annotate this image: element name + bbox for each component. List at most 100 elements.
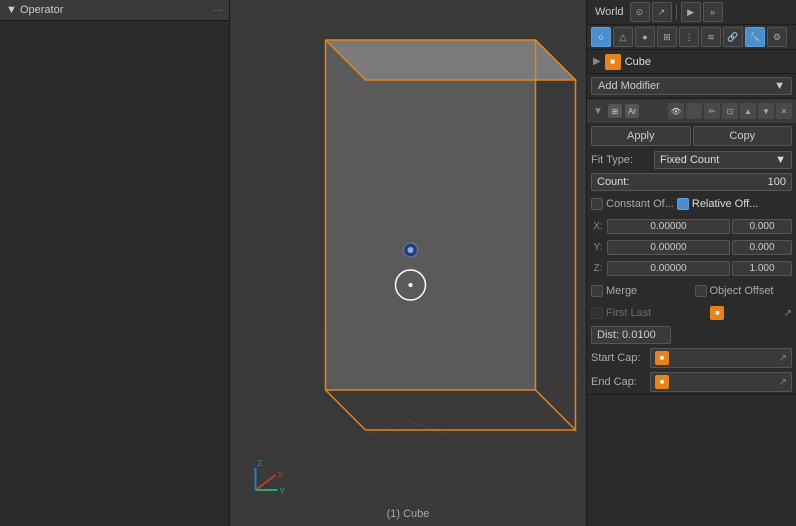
apply-copy-row: Apply Copy bbox=[587, 123, 796, 149]
add-modifier-row[interactable]: Add Modifier ▼ bbox=[587, 74, 796, 99]
z-left-input[interactable]: 0.00000 bbox=[607, 261, 730, 276]
object-offset-checkbox[interactable] bbox=[695, 285, 707, 297]
svg-text:Z: Z bbox=[258, 459, 263, 468]
dist-row: Dist: 0.0100 bbox=[587, 324, 796, 346]
xyz-section: X: 0.00000 0.000 Y: 0.00000 0.000 bbox=[587, 215, 796, 280]
modifier-collapse-icon[interactable]: ▼ bbox=[591, 104, 605, 118]
end-cap-icon: ■ bbox=[655, 375, 669, 389]
end-cap-input[interactable]: ■ ↗ bbox=[650, 372, 792, 392]
start-cap-input[interactable]: ■ ↗ bbox=[650, 348, 792, 368]
svg-text:Y: Y bbox=[280, 487, 286, 496]
merge-object-offset-row: Merge Object Offset bbox=[587, 280, 796, 302]
first-last-row: First Last ■ ↗ bbox=[587, 302, 796, 324]
svg-text:X: X bbox=[278, 471, 284, 480]
copy-button[interactable]: Copy bbox=[693, 126, 793, 146]
modifier-realtime-icon[interactable]: 👁 bbox=[668, 103, 684, 119]
y-right-input[interactable]: 0.000 bbox=[732, 240, 792, 255]
x-left-value: 0.00000 bbox=[650, 221, 686, 232]
viewport-bottom-label: (1) Cube bbox=[387, 508, 430, 520]
divider-1 bbox=[676, 4, 677, 20]
properties-particles-icon[interactable]: ⋮ bbox=[679, 27, 699, 47]
fit-type-dropdown[interactable]: Fixed Count ▼ bbox=[654, 151, 792, 169]
fit-type-value: Fixed Count bbox=[660, 154, 719, 166]
end-cap-arrow-icon: ↗ bbox=[779, 377, 787, 388]
y-left-input[interactable]: 0.00000 bbox=[607, 240, 730, 255]
offset-checkboxes-row: Constant Of... ✓ Relative Off... bbox=[587, 193, 796, 215]
fit-type-label: Fit Type: bbox=[591, 154, 651, 166]
end-cap-row: End Cap: ■ ↗ bbox=[587, 370, 796, 394]
modifier-up-icon[interactable]: ▲ bbox=[740, 103, 756, 119]
end-cap-label: End Cap: bbox=[591, 376, 646, 388]
x-left-input[interactable]: 0.00000 bbox=[607, 219, 730, 234]
x-right-input[interactable]: 0.000 bbox=[732, 219, 792, 234]
constant-offset-label: Constant Of... bbox=[606, 198, 674, 210]
z-left-value: 0.00000 bbox=[650, 263, 686, 274]
y-axis-label: Y: bbox=[591, 242, 605, 253]
properties-material-icon[interactable]: ● bbox=[635, 27, 655, 47]
modifier-ar-icon: Ar bbox=[625, 104, 639, 118]
merge-checkbox[interactable] bbox=[591, 285, 603, 297]
modifier-cage-icon[interactable]: ⊡ bbox=[722, 103, 738, 119]
first-last-label: First Last bbox=[606, 307, 651, 319]
modifier-render-icon[interactable]: 🎥 bbox=[686, 103, 702, 119]
view-icon[interactable]: ⊙ bbox=[630, 2, 650, 22]
modifier-edit-icon[interactable]: ✏ bbox=[704, 103, 720, 119]
z-right-input[interactable]: 1.000 bbox=[732, 261, 792, 276]
relative-offset-label: Relative Off... bbox=[692, 198, 758, 210]
arrow-right-icon[interactable]: ▶ bbox=[681, 2, 701, 22]
merge-half: Merge bbox=[591, 285, 689, 297]
z-axis-label: Z: bbox=[591, 263, 605, 274]
left-panel: ▼ Operator ··· bbox=[0, 0, 230, 526]
properties-modifier-icon[interactable]: 🔧 bbox=[745, 27, 765, 47]
merge-label: Merge bbox=[606, 285, 637, 297]
object-offset-half: Object Offset bbox=[695, 285, 793, 297]
viewport[interactable]: X Y Z (1) Cube bbox=[230, 0, 586, 526]
z-right-value: 1.000 bbox=[749, 263, 774, 274]
y-right-value: 0.000 bbox=[749, 242, 774, 253]
cursor-icon[interactable]: ↗ bbox=[652, 2, 672, 22]
arrow-double-icon[interactable]: » bbox=[703, 2, 723, 22]
properties-physics-icon[interactable]: ≋ bbox=[701, 27, 721, 47]
first-last-arrow-icon: ↗ bbox=[784, 308, 792, 319]
first-last-checkbox[interactable] bbox=[591, 307, 603, 319]
modifier-down-icon[interactable]: ▼ bbox=[758, 103, 774, 119]
properties-data-icon[interactable]: ⚙ bbox=[767, 27, 787, 47]
count-row: Count: 100 bbox=[587, 171, 796, 193]
properties-object-icon[interactable]: ○ bbox=[591, 27, 611, 47]
breadcrumb-arrow: ▶ bbox=[593, 56, 601, 67]
properties-mesh-icon[interactable]: △ bbox=[613, 27, 633, 47]
constant-offset-checkbox[interactable] bbox=[591, 198, 603, 210]
object-name-row: ▶ ■ Cube bbox=[587, 50, 796, 74]
count-input[interactable]: Count: 100 bbox=[591, 173, 792, 191]
add-modifier-dropdown[interactable]: Add Modifier ▼ bbox=[591, 77, 792, 95]
first-last-object-icon: ■ bbox=[710, 306, 724, 320]
y-input-row: Y: 0.00000 0.000 bbox=[591, 237, 792, 257]
dist-input[interactable]: Dist: 0.0100 bbox=[591, 326, 671, 344]
start-cap-row: Start Cap: ■ ↗ bbox=[587, 346, 796, 370]
z-input-row: Z: 0.00000 1.000 bbox=[591, 258, 792, 278]
operator-dots: ··· bbox=[213, 5, 223, 16]
modifier-block: ▼ ⊞ Ar 👁 🎥 ✏ ⊡ ▲ ▼ ✕ Apply Copy Fit Type… bbox=[587, 99, 796, 395]
icon-toolbar: ○ △ ● ⊞ ⋮ ≋ 🔗 🔧 ⚙ bbox=[587, 25, 796, 50]
relative-offset-checkbox[interactable]: ✓ bbox=[677, 198, 689, 210]
properties-texture-icon[interactable]: ⊞ bbox=[657, 27, 677, 47]
viewport-grid: X Y Z bbox=[230, 0, 586, 526]
count-value: 100 bbox=[768, 176, 786, 188]
modifier-copy-icon: ⊞ bbox=[608, 104, 622, 118]
operator-label: ▼ Operator bbox=[6, 4, 63, 16]
modifier-header-icons: 👁 🎥 ✏ ⊡ ▲ ▼ ✕ bbox=[668, 103, 792, 119]
dropdown-arrow-icon: ▼ bbox=[774, 80, 785, 92]
operator-title: ▼ Operator bbox=[6, 4, 63, 16]
object-type-icon: ■ bbox=[605, 54, 621, 70]
fit-type-row: Fit Type: Fixed Count ▼ bbox=[587, 149, 796, 171]
x-axis-label: X: bbox=[591, 221, 605, 232]
right-panel: World ⊙ ↗ ▶ » ○ △ ● ⊞ ⋮ ≋ 🔗 🔧 ⚙ ▶ ■ Cube… bbox=[586, 0, 796, 526]
count-label: Count: bbox=[597, 176, 629, 188]
properties-constraints-icon[interactable]: 🔗 bbox=[723, 27, 743, 47]
x-input-row: X: 0.00000 0.000 bbox=[591, 216, 792, 236]
right-top-bar: World ⊙ ↗ ▶ » bbox=[587, 0, 796, 25]
modifier-delete-icon[interactable]: ✕ bbox=[776, 103, 792, 119]
apply-button[interactable]: Apply bbox=[591, 126, 691, 146]
start-cap-icon: ■ bbox=[655, 351, 669, 365]
object-name-label: Cube bbox=[625, 56, 651, 68]
